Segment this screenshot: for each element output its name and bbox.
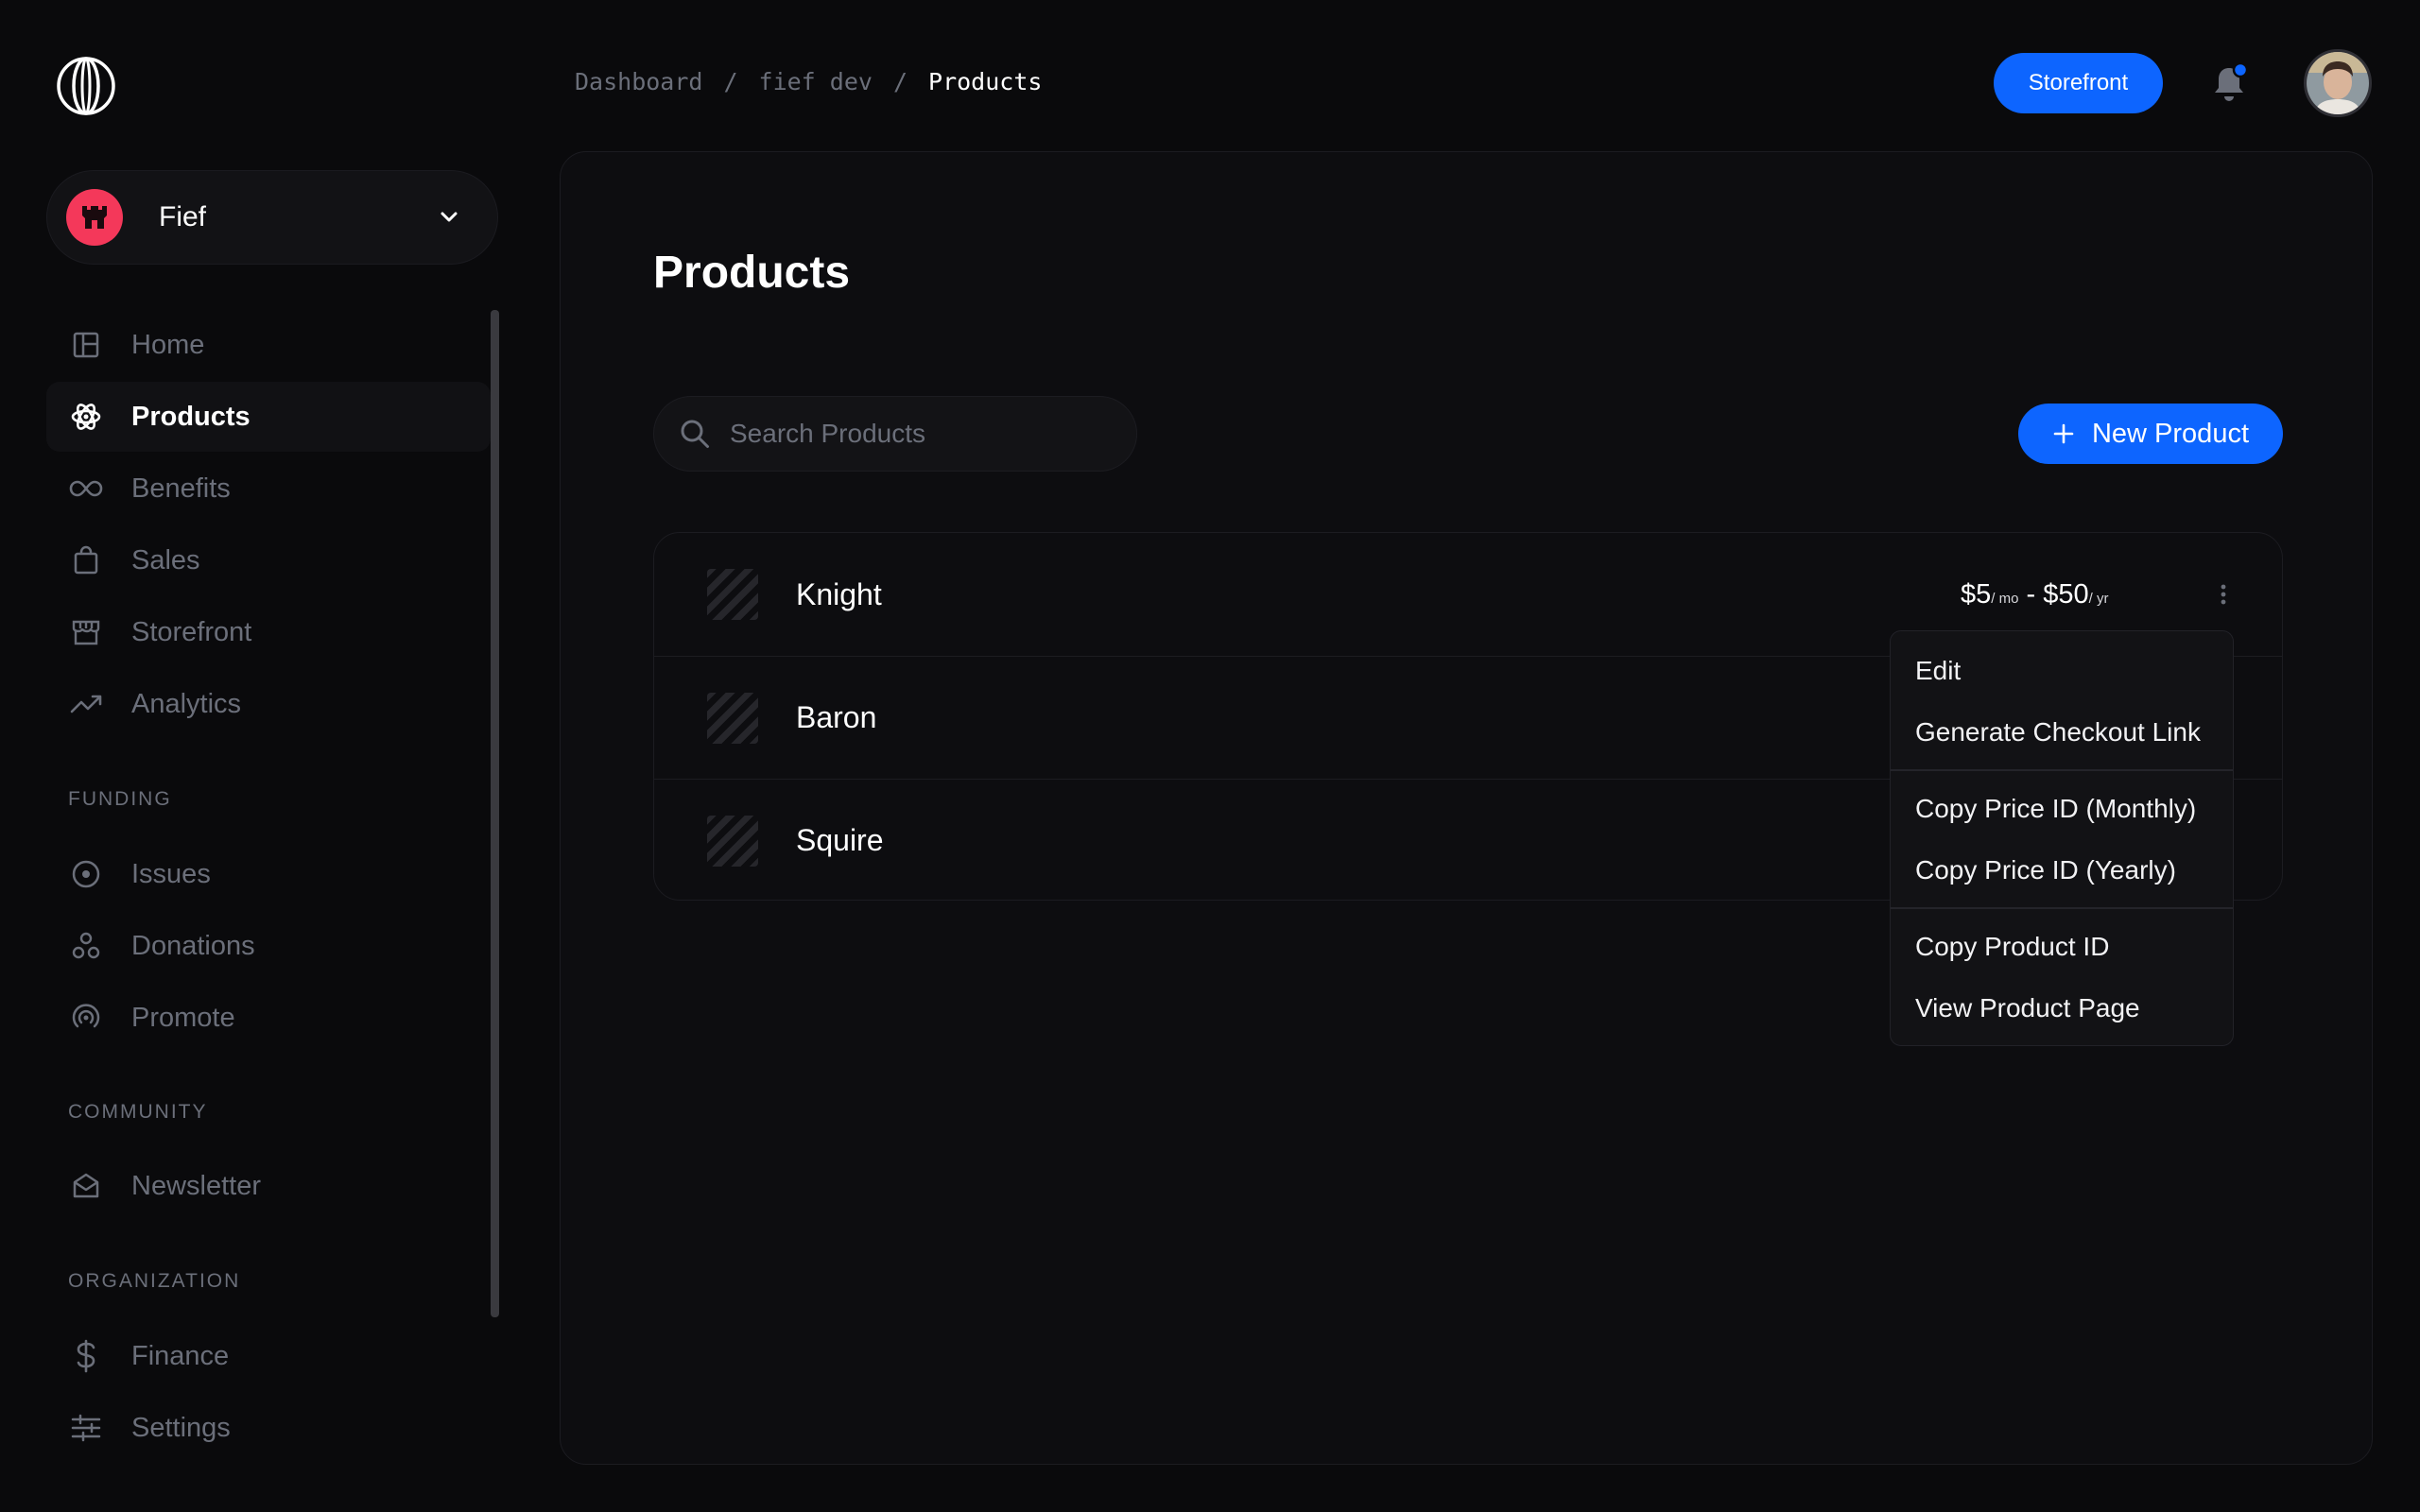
breadcrumb-separator: / xyxy=(892,68,908,95)
sidebar-item-settings[interactable]: Settings xyxy=(46,1393,491,1463)
product-price: $5/ mo - $50/ yr xyxy=(1961,578,2109,610)
breadcrumb-item-org[interactable]: fief dev xyxy=(759,68,873,95)
sidebar-item-label: Settings xyxy=(131,1412,231,1443)
org-avatar xyxy=(66,189,123,246)
plus-icon xyxy=(2053,423,2074,444)
layout-icon xyxy=(67,326,105,364)
sidebar-item-analytics[interactable]: Analytics xyxy=(46,669,491,739)
menu-item-view-product-page[interactable]: View Product Page xyxy=(1915,993,2140,1023)
section-label-community: COMMUNITY xyxy=(68,1101,208,1123)
target-icon xyxy=(67,855,105,893)
sidebar-item-label: Promote xyxy=(131,1002,235,1033)
trending-up-icon xyxy=(67,685,105,723)
sidebar-item-promote[interactable]: Promote xyxy=(46,983,491,1053)
sidebar-item-label: Benefits xyxy=(131,472,231,504)
sidebar-item-donations[interactable]: Donations xyxy=(46,911,491,981)
breadcrumb-item-dashboard[interactable]: Dashboard xyxy=(575,68,702,95)
menu-divider xyxy=(1891,769,2233,771)
hexagon-icon xyxy=(67,398,105,436)
sidebar-item-finance[interactable]: Finance xyxy=(46,1321,491,1391)
menu-divider xyxy=(1891,907,2233,909)
sidebar-item-products[interactable]: Products xyxy=(46,382,491,452)
menu-item-edit[interactable]: Edit xyxy=(1915,656,1961,686)
product-actions-menu: Edit Generate Checkout Link Copy Price I… xyxy=(1890,630,2234,1046)
app-logo-icon[interactable] xyxy=(55,55,117,117)
product-name: Baron xyxy=(796,700,877,734)
sidebar-item-label: Products xyxy=(131,401,251,432)
product-thumbnail xyxy=(707,569,758,620)
product-name: Knight xyxy=(796,576,882,611)
sidebar-item-label: Home xyxy=(131,329,205,360)
sidebar-item-label: Sales xyxy=(131,544,200,576)
more-vertical-icon[interactable] xyxy=(2214,580,2233,609)
dollar-icon xyxy=(67,1337,105,1375)
sidebar-item-label: Analytics xyxy=(131,688,242,719)
menu-item-copy-product-id[interactable]: Copy Product ID xyxy=(1915,932,2109,962)
infinity-icon xyxy=(67,470,105,507)
sidebar-item-sales[interactable]: Sales xyxy=(46,525,491,595)
store-icon xyxy=(67,613,105,651)
breadcrumb-item-current: Products xyxy=(928,68,1043,95)
sidebar-scrollbar[interactable] xyxy=(491,310,499,1317)
mail-open-icon xyxy=(67,1167,105,1205)
user-avatar[interactable] xyxy=(2304,49,2372,117)
breadcrumb-separator: / xyxy=(723,68,738,95)
shopping-bag-icon xyxy=(67,541,105,579)
org-switcher[interactable]: Fief xyxy=(46,170,498,265)
section-label-funding: FUNDING xyxy=(68,788,172,810)
page-title: Products xyxy=(653,248,851,298)
chevron-down-icon xyxy=(441,212,458,222)
castle-icon xyxy=(82,206,107,229)
section-label-organization: ORGANIZATION xyxy=(68,1270,241,1292)
product-thumbnail xyxy=(707,815,758,867)
product-name: Squire xyxy=(796,823,884,857)
sidebar-item-benefits[interactable]: Benefits xyxy=(46,454,491,524)
search-input[interactable] xyxy=(730,419,1108,449)
product-thumbnail xyxy=(707,692,758,744)
sidebar-item-label: Newsletter xyxy=(131,1170,261,1201)
org-name: Fief xyxy=(159,201,207,232)
sidebar-item-label: Finance xyxy=(131,1340,230,1371)
storefront-button[interactable]: Storefront xyxy=(1994,53,2163,113)
menu-item-copy-price-id-monthly[interactable]: Copy Price ID (Monthly) xyxy=(1915,794,2196,824)
broadcast-icon xyxy=(67,999,105,1037)
search-field[interactable] xyxy=(653,396,1137,472)
sidebar-item-label: Donations xyxy=(131,930,255,961)
sliders-icon xyxy=(67,1409,105,1447)
new-product-button[interactable]: New Product xyxy=(2018,404,2283,464)
search-icon xyxy=(681,420,709,448)
sidebar-item-newsletter[interactable]: Newsletter xyxy=(46,1151,491,1221)
menu-item-copy-price-id-yearly[interactable]: Copy Price ID (Yearly) xyxy=(1915,855,2176,885)
menu-item-generate-checkout-link[interactable]: Generate Checkout Link xyxy=(1915,717,2201,747)
new-product-label: New Product xyxy=(2091,418,2249,449)
bell-icon[interactable] xyxy=(2210,61,2249,104)
people-icon xyxy=(67,927,105,965)
sidebar-item-label: Issues xyxy=(131,858,211,889)
breadcrumb: Dashboard / fief dev / Products xyxy=(575,68,1042,95)
sidebar-item-home[interactable]: Home xyxy=(46,310,491,380)
sidebar-item-storefront[interactable]: Storefront xyxy=(46,597,491,667)
sidebar-item-issues[interactable]: Issues xyxy=(46,839,491,909)
sidebar-item-label: Storefront xyxy=(131,616,252,647)
